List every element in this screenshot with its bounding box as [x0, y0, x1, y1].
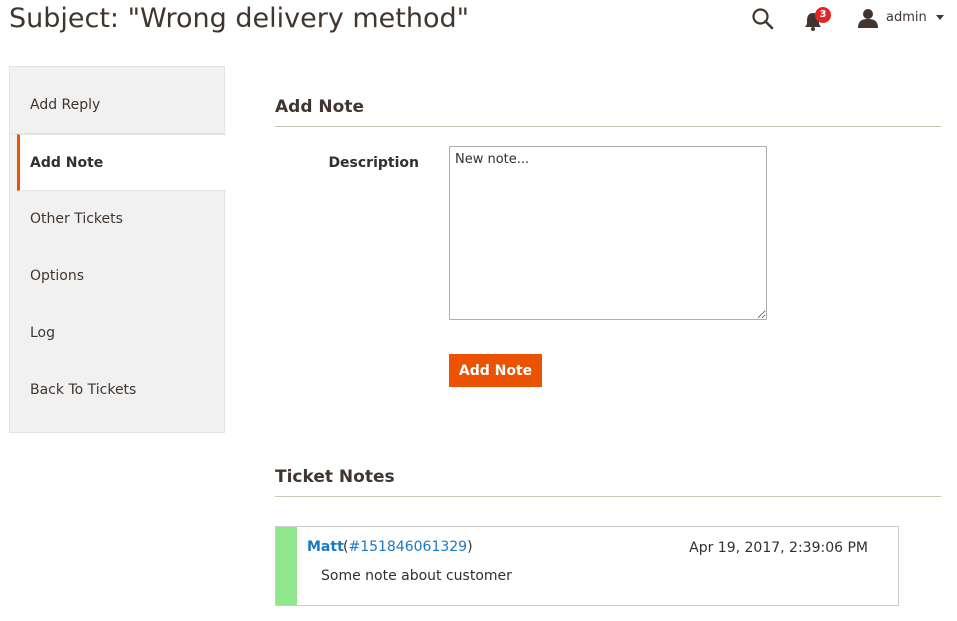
note-ticket-id-link[interactable]: #151846061329	[348, 539, 467, 555]
note-date: Apr 19, 2017, 2:39:06 PM	[689, 540, 868, 556]
note-text: Some note about customer	[321, 568, 512, 584]
ticket-notes-section-title: Ticket Notes	[275, 467, 941, 497]
note-meta: (#151846061329)	[343, 539, 473, 555]
add-note-button[interactable]: Add Note	[449, 354, 542, 387]
tab-add-note[interactable]: Add Note	[17, 134, 226, 191]
ticket-sidebar: Add Reply Add Note Other Tickets Options…	[9, 66, 226, 433]
user-icon	[858, 9, 878, 28]
search-icon[interactable]	[751, 7, 775, 31]
tab-options[interactable]: Options	[10, 248, 224, 305]
description-label: Description	[328, 155, 419, 171]
tab-other-tickets[interactable]: Other Tickets	[10, 191, 224, 248]
note-status-stripe	[276, 527, 297, 605]
tab-log[interactable]: Log	[10, 305, 224, 362]
note-item: Matt (#151846061329) Apr 19, 2017, 2:39:…	[275, 526, 899, 606]
tab-back-to-tickets[interactable]: Back To Tickets	[10, 362, 224, 419]
tab-add-reply[interactable]: Add Reply	[10, 77, 224, 134]
description-textarea[interactable]	[449, 146, 767, 320]
notification-count-badge: 3	[815, 7, 831, 23]
add-note-section-title: Add Note	[275, 97, 941, 127]
note-author-link[interactable]: Matt	[307, 539, 344, 555]
user-name: admin	[886, 10, 927, 25]
note-id-close-paren: )	[467, 539, 473, 555]
page-title: Subject: "Wrong delivery method"	[9, 3, 470, 34]
caret-down-icon	[936, 15, 944, 20]
notifications-button[interactable]: 3	[803, 7, 833, 33]
user-menu[interactable]: admin	[857, 6, 949, 32]
